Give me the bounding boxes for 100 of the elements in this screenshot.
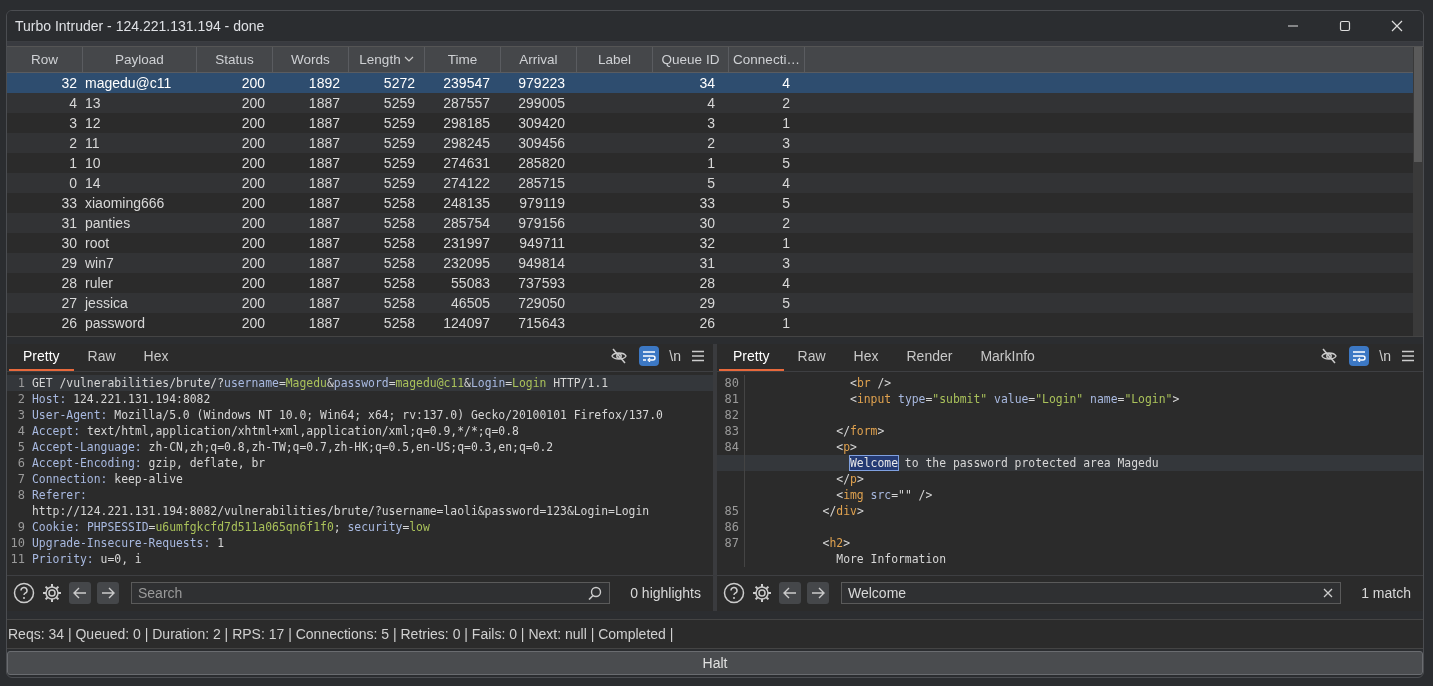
back-button[interactable] xyxy=(779,582,801,605)
table-cell-text: 232095 xyxy=(442,254,491,271)
table-cell-text: 2 xyxy=(781,214,791,231)
table-row[interactable]: 27 jessica 200 1887 5258 46505 729050 29 5 xyxy=(7,292,1413,313)
column-header[interactable]: Queue ID xyxy=(653,46,729,72)
tab[interactable]: Raw xyxy=(73,344,130,372)
table-cell-text: 0 xyxy=(68,174,78,191)
table-row[interactable]: 0 14 200 1887 5259 274122 285715 5 4 xyxy=(7,172,1413,193)
line-number: 81 xyxy=(717,391,745,408)
search-field[interactable]: Search xyxy=(131,582,611,605)
table-cell-text: 5259 xyxy=(382,94,416,111)
table-cell-text: 30 xyxy=(698,214,716,231)
table-cell-text: 298245 xyxy=(442,134,491,151)
table-cell-text: 29 xyxy=(60,254,78,271)
table-row[interactable]: 2 11 200 1887 5259 298245 309456 2 3 xyxy=(7,132,1413,153)
table-cell-text: 32 xyxy=(698,234,716,251)
table-cell-text: 5 xyxy=(781,194,791,211)
menu-icon[interactable] xyxy=(691,349,705,362)
menu-icon[interactable] xyxy=(1401,349,1415,362)
column-header[interactable]: Length xyxy=(349,46,425,72)
tab[interactable]: Hex xyxy=(839,344,893,372)
left-arrow-icon xyxy=(783,587,797,600)
table-cell-text: magedu@c11 xyxy=(84,74,173,91)
table-cell-text: 5 xyxy=(706,174,716,191)
maximize-icon[interactable] xyxy=(1339,20,1351,32)
right-arrow-icon xyxy=(101,587,115,600)
table-cell-text: 5258 xyxy=(382,194,416,211)
table-cell-text: 33 xyxy=(698,194,716,211)
table-cell-text: 2 xyxy=(781,94,791,111)
table-cell-text: 4 xyxy=(781,74,791,91)
column-header[interactable]: Row xyxy=(7,46,83,72)
tab[interactable]: Hex xyxy=(129,344,183,372)
table-cell-text: 55083 xyxy=(450,274,491,291)
table-cell-text: 1887 xyxy=(307,134,341,151)
wrap-toggle[interactable] xyxy=(639,345,660,366)
table-cell-text: 979156 xyxy=(517,214,566,231)
column-header[interactable]: Payload xyxy=(83,46,197,72)
settings-icon[interactable] xyxy=(41,582,63,605)
table-cell-text: 200 xyxy=(240,134,266,151)
table-cell-text: win7 xyxy=(84,254,115,271)
column-header[interactable]: Arrival xyxy=(501,46,577,72)
search-icon[interactable] xyxy=(588,586,603,601)
table-cell-text: 1887 xyxy=(307,194,341,211)
settings-icon[interactable] xyxy=(751,582,773,605)
table-cell-text: 2 xyxy=(706,134,716,151)
hide-icon[interactable] xyxy=(610,346,629,365)
table-cell-text: 5259 xyxy=(382,114,416,131)
table-cell-text: 298185 xyxy=(442,114,491,131)
help-icon[interactable] xyxy=(13,582,35,605)
code-line: <p> xyxy=(835,439,857,456)
code-line: Accept-Encoding: gzip, deflate, br xyxy=(31,455,266,472)
table-row[interactable]: 4 13 200 1887 5259 287557 299005 4 2 xyxy=(7,92,1413,113)
table-cell-text: 28 xyxy=(698,274,716,291)
table-cell-text: 5259 xyxy=(382,134,416,151)
tab[interactable]: Render xyxy=(892,344,967,372)
tab[interactable]: Pretty xyxy=(719,344,784,372)
table-cell-text: 27 xyxy=(60,294,78,311)
column-header[interactable]: Words xyxy=(273,46,349,72)
table-cell-text: 10 xyxy=(84,154,102,171)
tab[interactable]: Pretty xyxy=(9,344,74,372)
hide-icon[interactable] xyxy=(1320,346,1339,365)
newline-toggle[interactable]: \n xyxy=(669,347,681,364)
table-cell-text: 200 xyxy=(240,154,266,171)
forward-button[interactable] xyxy=(97,582,119,605)
wrap-icon xyxy=(642,349,657,362)
tab[interactable]: Raw xyxy=(783,344,840,372)
back-button[interactable] xyxy=(69,582,91,605)
table-cell-text: 1887 xyxy=(307,174,341,191)
table-cell-text: 4 xyxy=(706,94,716,111)
search-field[interactable]: Welcome xyxy=(841,582,1342,605)
halt-button[interactable]: Halt xyxy=(7,651,1423,675)
column-header[interactable]: Label xyxy=(577,46,653,72)
code-line: <br /> xyxy=(849,375,892,392)
tab[interactable]: MarkInfo xyxy=(966,344,1049,372)
forward-button[interactable] xyxy=(807,582,829,605)
table-cell-text: 309456 xyxy=(517,134,566,151)
line-number: 87 xyxy=(717,535,745,552)
table-row[interactable]: 31 panties 200 1887 5258 285754 979156 30 2 xyxy=(7,212,1413,233)
column-header[interactable]: Time xyxy=(425,46,501,72)
column-header[interactable]: Status xyxy=(197,46,273,72)
table-cell-text: jessica xyxy=(83,294,129,311)
table-cell-text: 1 xyxy=(68,154,78,171)
scrollbar-thumb[interactable] xyxy=(1414,46,1422,162)
wrap-toggle[interactable] xyxy=(1349,345,1370,366)
line-number: 86 xyxy=(717,519,745,536)
newline-toggle[interactable]: \n xyxy=(1379,347,1391,364)
line-number: 85 xyxy=(717,503,745,520)
code-line: Accept-Language: zh-CN,zh;q=0.8,zh-TW;q=0.7,zh-HK;q=0.5,en-US;q=0.3,en;q=0.2 xyxy=(31,439,554,456)
table-cell-text: 31 xyxy=(698,254,716,271)
table-cell-text: 13 xyxy=(84,94,102,111)
table-cell-text: 231997 xyxy=(442,234,491,251)
help-icon[interactable] xyxy=(723,582,745,605)
column-header[interactable]: Connecti… xyxy=(729,46,805,72)
table-row[interactable]: 32 magedu@c11 200 1892 5272 239547 979223 34 4 xyxy=(7,72,1413,93)
table-row[interactable]: 29 win7 200 1887 5258 232095 949814 31 3 xyxy=(7,252,1413,273)
code-line: <img src="" /> xyxy=(835,487,933,504)
close-icon[interactable] xyxy=(1391,20,1403,32)
line-number: 1 xyxy=(16,375,26,392)
clear-icon[interactable] xyxy=(1323,588,1334,599)
table-cell-text: 28 xyxy=(60,274,78,291)
